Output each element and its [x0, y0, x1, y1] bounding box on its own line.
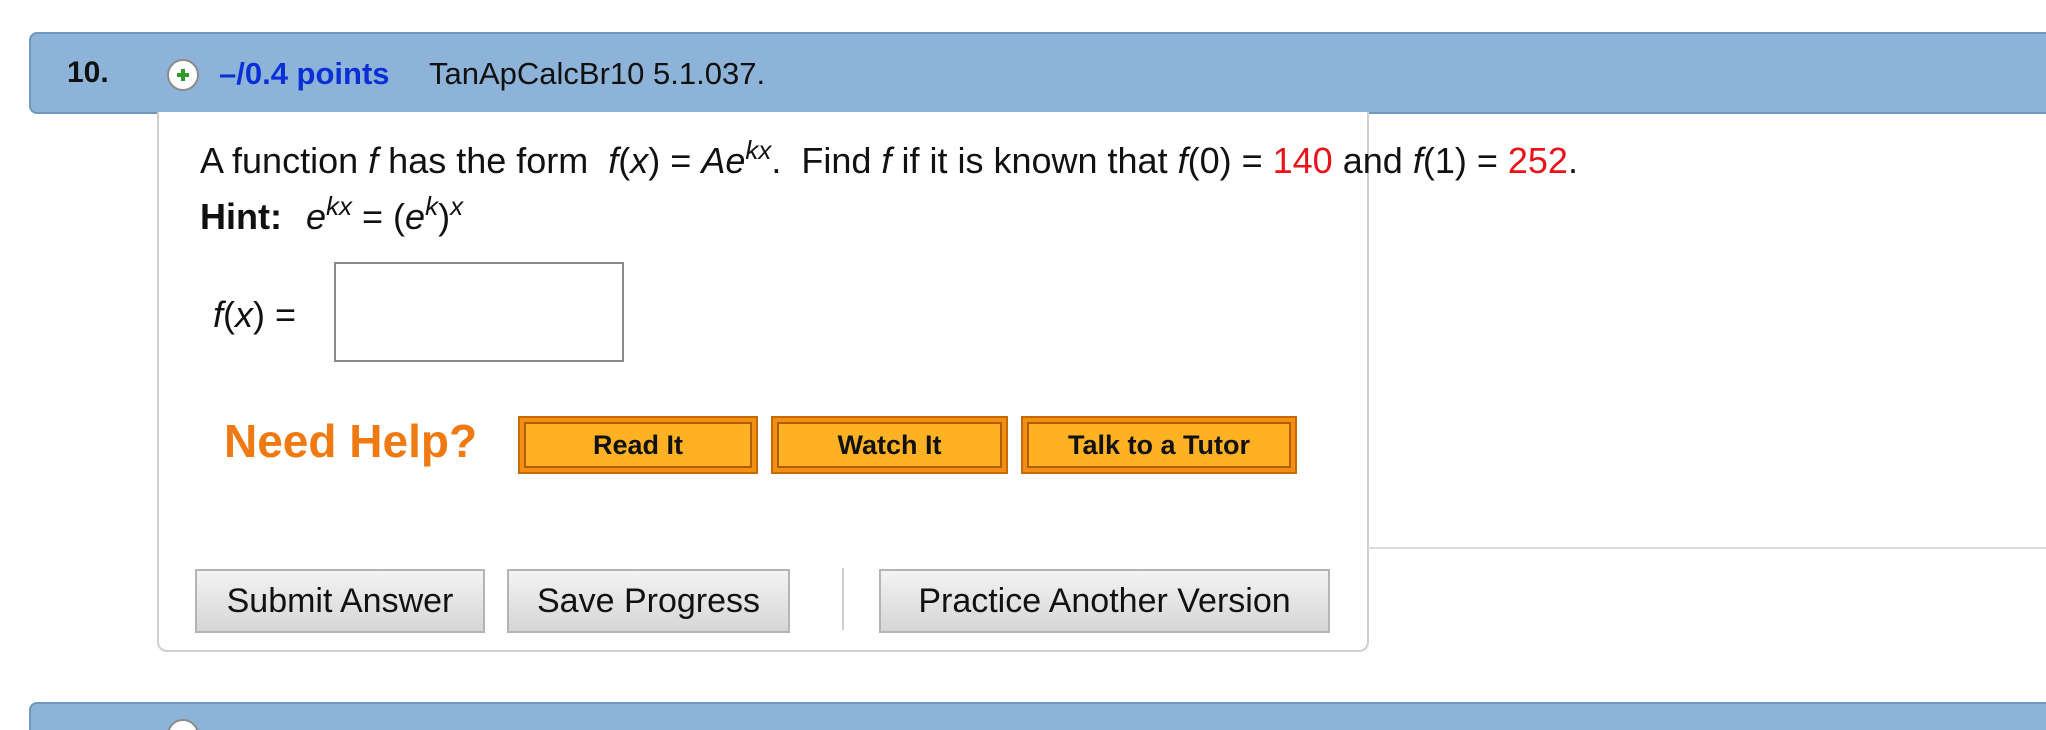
text-find: Find	[801, 140, 872, 181]
text-has-form: has the form	[388, 140, 589, 181]
answer-label: f(x) =	[213, 294, 297, 335]
watch-it-label: Watch It	[777, 422, 1002, 468]
question-id: TanApCalcBr10 5.1.037.	[429, 56, 766, 91]
practice-another-version-button[interactable]: Practice Another Version	[879, 569, 1330, 633]
divider-line	[1368, 547, 2046, 549]
hint-text: Hint: ekx = (ek)x	[200, 191, 464, 237]
answer-input[interactable]	[334, 262, 624, 362]
question-number: 10.	[67, 56, 109, 89]
read-it-button[interactable]: Read It	[518, 416, 758, 474]
text-and: and	[1342, 140, 1403, 181]
page: 10. –/0.4 points TanApCalcBr10 5.1.037. …	[0, 0, 2046, 730]
submit-answer-button[interactable]: Submit Answer	[195, 569, 485, 633]
hint-label: Hint:	[200, 196, 282, 237]
question-header: 10. –/0.4 points TanApCalcBr10 5.1.037.	[29, 32, 2046, 114]
f1-value: 252	[1507, 140, 1568, 181]
question-text: A function f has the form f(x) = Aekx. F…	[200, 135, 1578, 181]
text-known: if it is known that	[901, 140, 1168, 181]
f0-value: 140	[1272, 140, 1333, 181]
button-separator	[842, 568, 844, 630]
read-it-label: Read It	[524, 422, 752, 468]
plus-circle-icon[interactable]	[166, 718, 200, 730]
math-f2: f	[881, 140, 892, 181]
talk-to-tutor-button[interactable]: Talk to a Tutor	[1021, 416, 1297, 474]
next-question-header	[29, 702, 2046, 730]
plus-circle-icon[interactable]	[166, 58, 200, 92]
save-progress-button[interactable]: Save Progress	[507, 569, 790, 633]
watch-it-button[interactable]: Watch It	[771, 416, 1008, 474]
question-points: –/0.4 points	[219, 56, 390, 91]
math-f: f	[368, 140, 379, 181]
math-fx: f	[608, 140, 619, 181]
text-prefix: A function	[200, 140, 359, 181]
need-help-label: Need Help?	[224, 415, 478, 467]
talk-to-tutor-label: Talk to a Tutor	[1027, 422, 1291, 468]
